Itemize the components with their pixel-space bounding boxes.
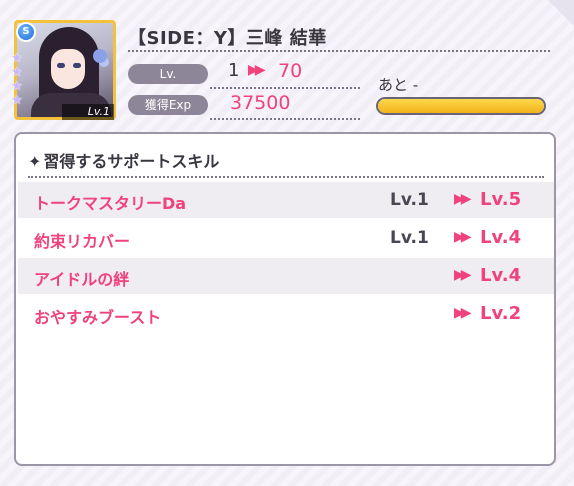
level-next: 70 [278, 60, 303, 82]
sparkle-icon: ✦ [28, 152, 42, 171]
skill-level-from: Lv.1 [390, 190, 429, 210]
skill-row[interactable]: アイドルの絆 ▶▶ Lv.4 [18, 258, 554, 294]
portrait-face [51, 49, 85, 89]
exp-value: 37500 [230, 92, 291, 114]
star-icon: ★ [11, 65, 23, 80]
portrait-eye [57, 63, 65, 68]
skill-level-to: Lv.4 [480, 265, 522, 286]
panel-title-text: 習得するサポートスキル [43, 152, 220, 171]
skill-row[interactable]: 約束リカバー Lv.1 ▶▶ Lv.4 [18, 220, 554, 256]
skill-row[interactable]: おやすみブースト ▶▶ Lv.2 [18, 296, 554, 332]
skill-name: アイドルの絆 [34, 270, 130, 289]
skill-level-from: Lv.1 [390, 228, 429, 248]
hair-flower [93, 49, 107, 63]
star-icon: ★ [11, 79, 23, 94]
skill-level-to: Lv.2 [480, 303, 522, 324]
dotted-divider [28, 176, 544, 178]
double-arrow-icon: ▶▶ [248, 62, 265, 78]
idol-card-name: 【SIDE：Y】三峰 結華 [128, 28, 327, 49]
panel-title: ✦ 習得するサポートスキル [28, 148, 219, 172]
dotted-divider [210, 118, 360, 120]
skill-name: おやすみブースト [34, 308, 162, 327]
skill-name: 約束リカバー [34, 232, 131, 251]
skill-row[interactable]: トークマスタリーDa Lv.1 ▶▶ Lv.5 [18, 182, 554, 218]
dotted-divider [210, 87, 360, 89]
skill-level-to: Lv.4 [480, 227, 522, 248]
star-icon: ★ [11, 93, 23, 108]
exp-progress-fill [378, 99, 544, 113]
exp-progress-bar [376, 97, 546, 115]
remaining-label: あと - [378, 76, 419, 94]
support-skills-panel: ✦ 習得するサポートスキル トークマスタリーDa Lv.1 ▶▶ Lv.5 約束リ… [14, 132, 556, 466]
dotted-divider [128, 50, 550, 52]
star-icon: ★ [11, 51, 23, 66]
double-arrow-icon: ▶▶ [454, 267, 471, 283]
level-current: 1 [228, 60, 240, 81]
corner-fold [548, 0, 574, 26]
double-arrow-icon: ▶▶ [454, 229, 471, 245]
skill-level-to: Lv.5 [480, 189, 522, 210]
double-arrow-icon: ▶▶ [454, 191, 471, 207]
portrait-eye [73, 63, 81, 68]
attribute-s-icon: S [16, 22, 36, 42]
double-arrow-icon: ▶▶ [454, 305, 471, 321]
card-level-label: Lv.1 [62, 104, 114, 120]
skill-name: トークマスタリーDa [34, 194, 187, 213]
rarity-stars: ★ ★ ★ ★ [11, 52, 27, 108]
level-label-pill: Lv. [128, 64, 208, 84]
exp-label-pill: 獲得Exp [128, 95, 208, 115]
